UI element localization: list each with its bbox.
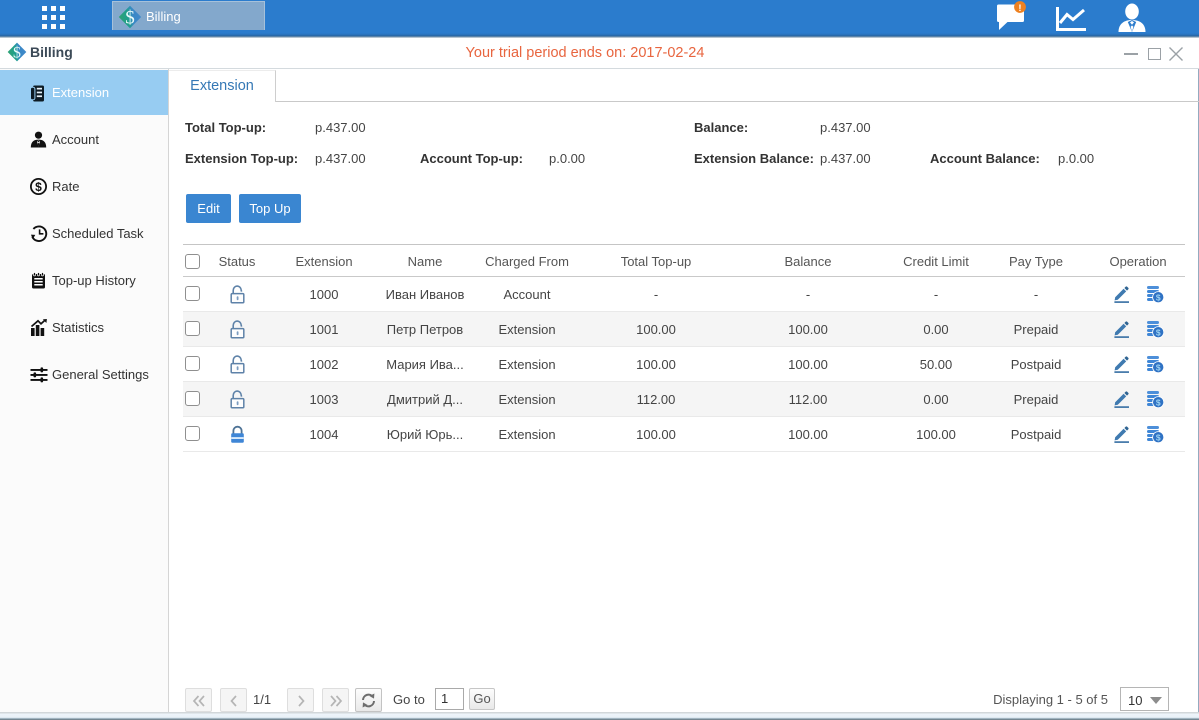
- svg-text:!: !: [1018, 3, 1021, 14]
- svg-text:$: $: [1156, 327, 1161, 337]
- svg-text:$: $: [1156, 292, 1161, 302]
- svg-text:$: $: [1156, 432, 1161, 442]
- svg-text:$: $: [125, 8, 135, 29]
- svg-text:$: $: [1156, 397, 1161, 407]
- svg-text:$: $: [1156, 362, 1161, 372]
- svg-text:$: $: [13, 45, 21, 62]
- svg-text:$: $: [35, 180, 42, 194]
